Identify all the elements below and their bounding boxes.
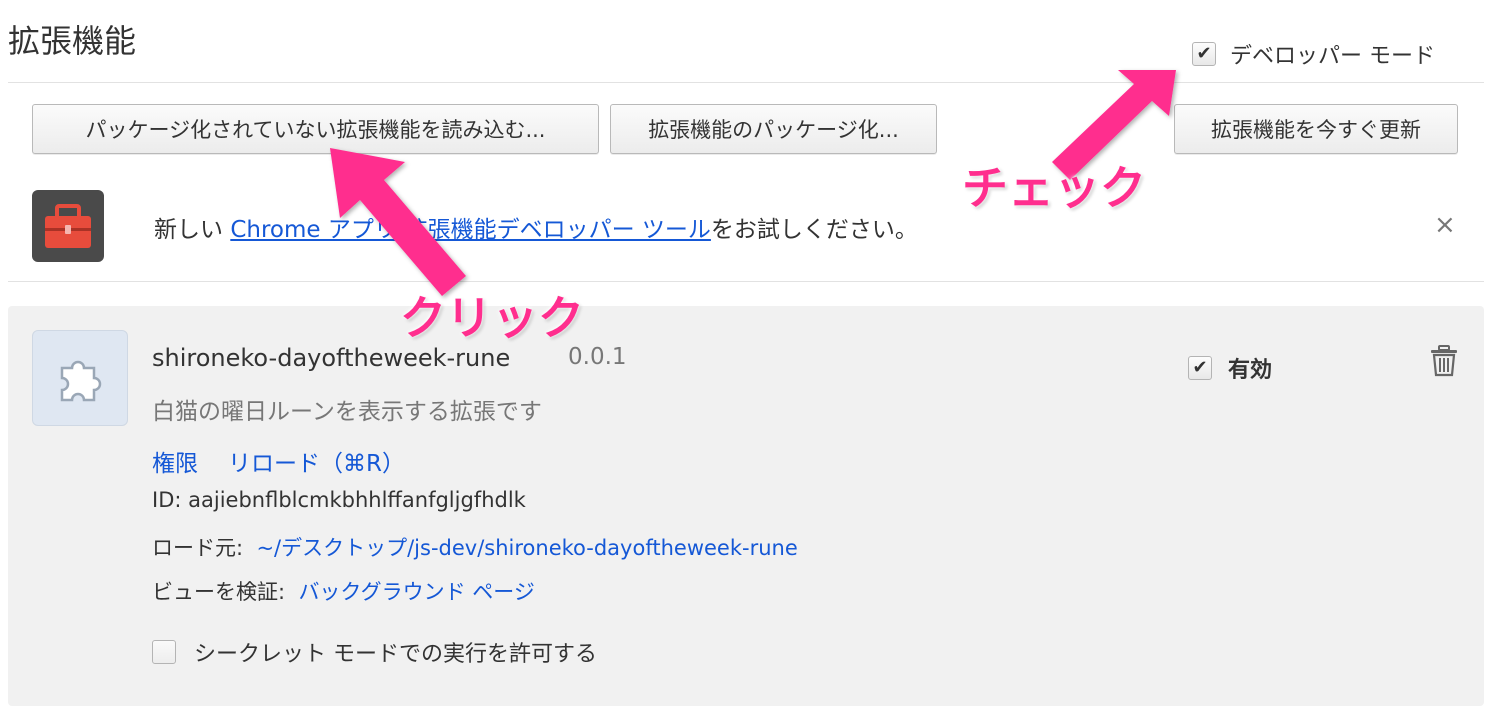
developer-mode-toggle[interactable]: ✔ デベロッパー モード <box>1192 38 1435 70</box>
incognito-label[interactable]: シークレット モードでの実行を許可する <box>194 636 597 668</box>
incognito-toggle[interactable]: シークレット モードでの実行を許可する <box>152 636 597 668</box>
check-annotation: チェック <box>962 161 1146 215</box>
close-icon[interactable]: × <box>1434 210 1456 240</box>
devtools-link[interactable]: Chrome アプリ/拡張機能デベロッパー ツール <box>230 217 711 243</box>
load-from-label: ロード元: <box>152 536 244 560</box>
devtools-notice: 新しい Chrome アプリ/拡張機能デベロッパー ツールをお試しください。 <box>154 210 918 244</box>
update-extensions-button[interactable]: 拡張機能を今すぐ更新 <box>1174 104 1458 154</box>
extension-id-value: aajiebnflblcmkbhhlffanfgljgfhdlk <box>188 488 526 512</box>
enabled-label[interactable]: 有効 <box>1228 352 1272 384</box>
extension-description: 白猫の曜日ルーンを表示する拡張です <box>152 399 542 425</box>
notice-prefix: 新しい <box>154 217 231 243</box>
extension-id: ID: aajiebnflblcmkbhhlffanfgljgfhdlk <box>152 488 526 512</box>
load-from-row: ロード元: ~/デスクトップ/js-dev/shironeko-dayofthe… <box>152 532 798 562</box>
load-unpacked-button[interactable]: パッケージ化されていない拡張機能を読み込む... <box>32 104 599 154</box>
page-title: 拡張機能 <box>8 22 137 60</box>
permissions-link[interactable]: 権限 <box>152 451 198 477</box>
extension-links: 権限 リロード（⌘R） <box>152 444 405 478</box>
developer-mode-checkbox[interactable]: ✔ <box>1192 42 1216 66</box>
toolbox-icon <box>32 190 104 262</box>
divider <box>8 281 1484 282</box>
enabled-checkbox[interactable]: ✔ <box>1188 356 1212 380</box>
notice-suffix: をお試しください。 <box>710 217 918 243</box>
extension-name: shironeko-dayoftheweek-rune <box>152 344 511 372</box>
trash-icon[interactable] <box>1428 344 1460 382</box>
divider <box>8 82 1484 83</box>
load-from-path-link[interactable]: ~/デスクトップ/js-dev/shironeko-dayoftheweek-r… <box>256 536 797 560</box>
extension-id-label: ID: <box>152 488 189 512</box>
enabled-toggle[interactable]: ✔ 有効 <box>1188 352 1272 384</box>
inspect-views-label: ビューを検証: <box>152 580 286 604</box>
background-page-link[interactable]: バックグラウンド ページ <box>298 580 534 604</box>
pack-extension-button[interactable]: 拡張機能のパッケージ化... <box>610 104 937 154</box>
incognito-checkbox[interactable] <box>152 640 176 664</box>
developer-mode-label[interactable]: デベロッパー モード <box>1230 38 1435 70</box>
click-annotation: クリック <box>400 291 584 345</box>
inspect-views-row: ビューを検証: バックグラウンド ページ <box>152 576 535 606</box>
puzzle-piece-icon <box>32 330 128 426</box>
reload-link[interactable]: リロード（⌘R） <box>228 451 405 477</box>
